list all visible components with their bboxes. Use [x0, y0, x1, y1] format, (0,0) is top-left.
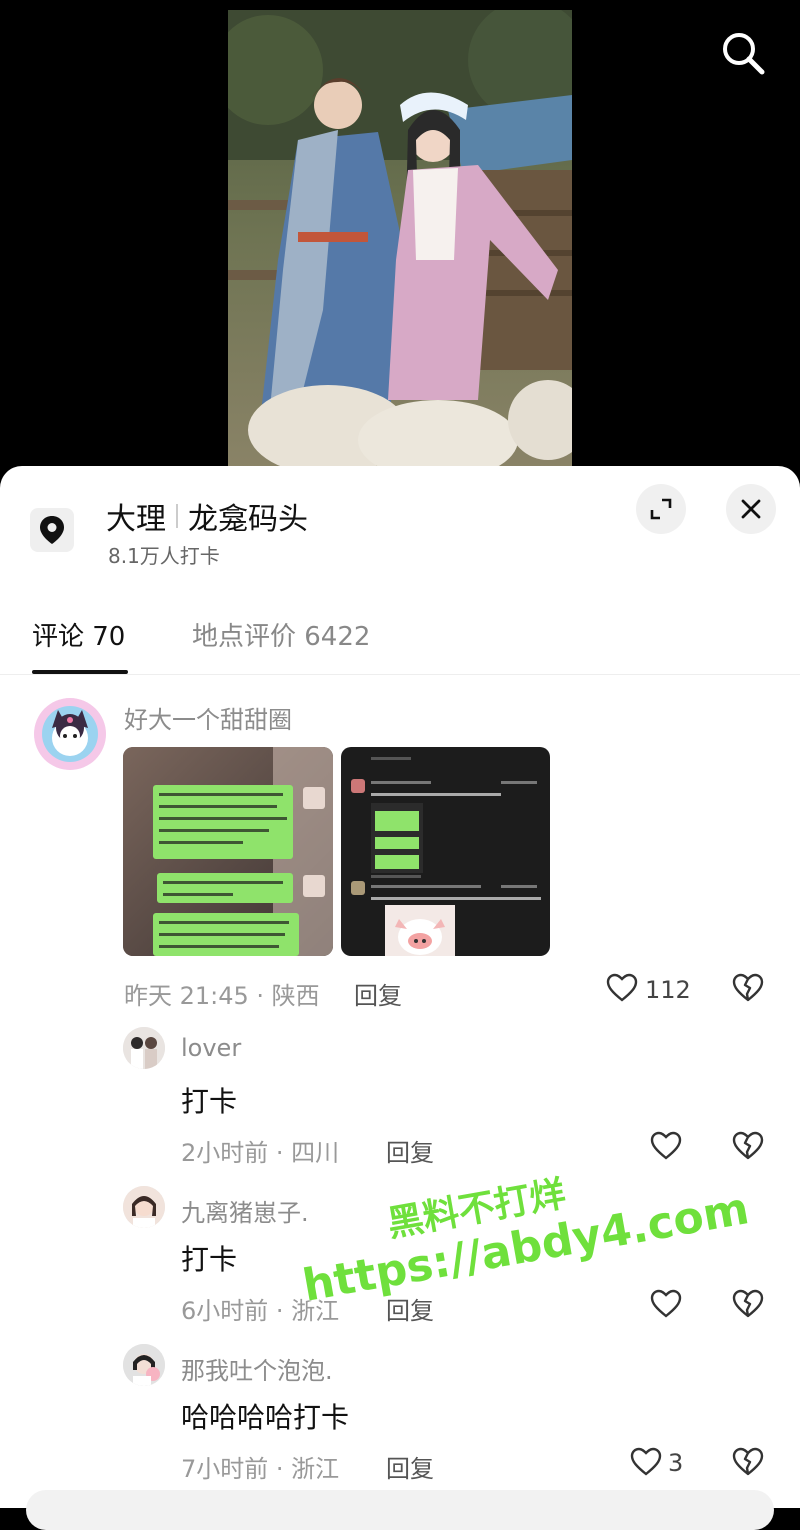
location-pin-icon: [30, 508, 74, 552]
comment-image-2[interactable]: [341, 747, 550, 956]
broken-heart-icon[interactable]: [732, 1130, 764, 1166]
like-count: 3: [668, 1449, 684, 1477]
location-title[interactable]: 大理 龙龛码头: [106, 494, 308, 538]
chat-text-line: [159, 841, 243, 844]
heart-icon[interactable]: [650, 1288, 682, 1324]
avatar[interactable]: [123, 1344, 165, 1386]
avatar[interactable]: [34, 698, 106, 770]
reply-text: 打卡: [181, 1243, 238, 1276]
chat-text-line: [159, 921, 289, 924]
chat-text-line: [159, 829, 269, 832]
location-city: 大理: [106, 502, 166, 537]
broken-heart-icon[interactable]: [732, 1446, 764, 1482]
screenshot-text-line: [501, 885, 537, 888]
reply-button[interactable]: 回复: [386, 1449, 434, 1484]
photo-illustration: [228, 10, 572, 470]
heart-icon[interactable]: [650, 1130, 682, 1166]
chat-text-line: [163, 893, 233, 896]
comment-username[interactable]: 好大一个甜甜圈: [124, 700, 292, 735]
reply-text: 哈哈哈哈打卡: [181, 1401, 350, 1434]
like-count: 112: [645, 976, 691, 1004]
chat-text-line: [159, 805, 277, 808]
reply-username[interactable]: lover: [181, 1034, 241, 1062]
screenshot-avatar: [351, 881, 365, 895]
reply-time-location: 2小时前 · 四川: [181, 1139, 340, 1167]
chat-text-line: [163, 881, 283, 884]
heart-icon[interactable]: [630, 1446, 662, 1482]
chat-text-line: [159, 817, 287, 820]
comment-time-location: 昨天 21:45 · 陕西: [124, 982, 320, 1010]
broken-heart-icon[interactable]: [732, 972, 764, 1008]
screenshot-text-line: [371, 793, 501, 796]
title-separator: [176, 504, 178, 528]
screenshot-avatar: [351, 779, 365, 793]
search-icon[interactable]: [718, 28, 768, 78]
video-area: [0, 0, 800, 480]
chat-text-line: [159, 793, 283, 796]
close-icon: [741, 499, 761, 519]
tab-comments[interactable]: 评论 70: [32, 616, 125, 653]
chat-avatar: [303, 875, 325, 897]
avatar[interactable]: [123, 1027, 165, 1069]
tab-divider: [0, 674, 800, 675]
location-place: 龙龛码头: [188, 502, 308, 537]
chat-bubble: [153, 785, 293, 859]
avatar[interactable]: [123, 1186, 165, 1228]
broken-heart-icon[interactable]: [732, 1288, 764, 1324]
screenshot-header-line: [371, 757, 411, 760]
screenshot-text-line: [371, 875, 421, 878]
screenshot-text-line: [371, 897, 541, 900]
screenshot-text-line: [371, 885, 481, 888]
checkin-count: 8.1万人打卡: [108, 544, 220, 568]
expand-icon: [650, 498, 672, 520]
reply-username[interactable]: 那我吐个泡泡.: [181, 1351, 333, 1386]
reply-button[interactable]: 回复: [386, 1133, 434, 1168]
chat-text-line: [159, 945, 279, 948]
screenshot-thumbnail: [371, 803, 423, 873]
expand-button[interactable]: [636, 484, 686, 534]
reply-button[interactable]: 回复: [354, 976, 402, 1011]
chat-text-line: [159, 933, 285, 936]
comment-input-bar[interactable]: [26, 1490, 774, 1530]
chat-bubble: [157, 873, 293, 903]
heart-icon[interactable]: [606, 972, 638, 1008]
tab-place-reviews[interactable]: 地点评价 6422: [192, 616, 370, 653]
chat-avatar: [303, 787, 325, 809]
comment-image-1[interactable]: [123, 747, 333, 956]
reply-time-location: 7小时前 · 浙江: [181, 1455, 340, 1483]
close-button[interactable]: [726, 484, 776, 534]
screenshot-text-line: [371, 781, 431, 784]
screenshot-sticker: [385, 905, 455, 956]
reply-username[interactable]: 九离猪崽子.: [181, 1193, 309, 1228]
screenshot-text-line: [501, 781, 537, 784]
reply-text: 打卡: [181, 1085, 238, 1118]
couple-photo[interactable]: [228, 10, 572, 470]
